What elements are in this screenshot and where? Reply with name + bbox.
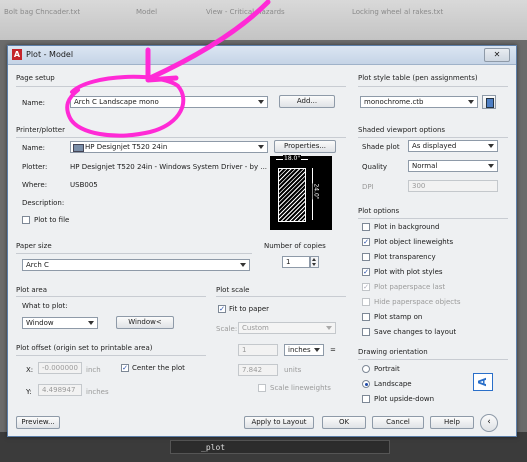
annotation-arrow <box>147 0 271 81</box>
annotation-circle <box>65 74 186 138</box>
annotation-overlay <box>65 0 271 138</box>
